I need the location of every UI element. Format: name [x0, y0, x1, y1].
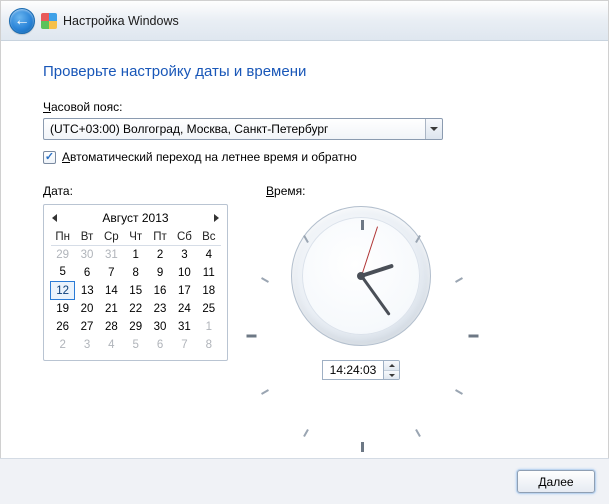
calendar-day[interactable]: 14 — [99, 282, 123, 300]
calendar-day[interactable]: 6 — [75, 264, 99, 282]
calendar-day[interactable]: 31 — [99, 246, 123, 264]
page-title: Проверьте настройку даты и времени — [43, 63, 566, 80]
clock-tick — [469, 335, 479, 338]
calendar-day[interactable]: 25 — [197, 300, 221, 318]
timezone-combobox[interactable]: (UTC+03:00) Волгоград, Москва, Санкт-Пет… — [43, 118, 443, 140]
timezone-dropdown-button[interactable] — [425, 119, 442, 139]
dst-checkbox[interactable]: ✓ — [43, 151, 56, 164]
calendar-day[interactable]: 30 — [148, 318, 172, 336]
checkmark-icon: ✓ — [45, 152, 54, 163]
calendar-day[interactable]: 29 — [51, 246, 75, 264]
date-section: Дата: Август 2013 ПнВтСрЧтПтСбВс 2930311… — [43, 184, 228, 380]
calendar-day[interactable]: 16 — [148, 282, 172, 300]
calendar-day[interactable]: 23 — [148, 300, 172, 318]
date-label: Дата: — [43, 184, 228, 198]
calendar-day[interactable]: 31 — [172, 318, 196, 336]
calendar-day[interactable]: 15 — [124, 282, 148, 300]
calendar-day[interactable]: 12 — [51, 282, 75, 300]
clock-tick — [303, 235, 309, 243]
calendar-weekday: Чт — [124, 229, 148, 246]
chevron-right-icon — [214, 214, 219, 222]
wizard-header: ← Настройка Windows — [1, 1, 608, 41]
time-spinner-down[interactable] — [384, 370, 399, 379]
calendar-next-button[interactable] — [214, 211, 219, 225]
clock-tick — [361, 442, 364, 452]
calendar-day[interactable]: 6 — [148, 336, 172, 354]
calendar-day[interactable]: 2 — [148, 246, 172, 264]
clock-tick — [303, 429, 309, 437]
calendar-weekday: Сб — [172, 229, 196, 246]
calendar-day[interactable]: 8 — [197, 336, 221, 354]
timezone-label: Часовой пояс: — [43, 100, 566, 114]
timezone-value: (UTC+03:00) Волгоград, Москва, Санкт-Пет… — [44, 122, 425, 136]
calendar-day[interactable]: 17 — [172, 282, 196, 300]
back-arrow-icon: ← — [14, 13, 30, 29]
calendar-day[interactable]: 29 — [124, 318, 148, 336]
next-button[interactable]: Далее — [517, 470, 595, 493]
content-area: Проверьте настройку даты и времени Часов… — [1, 41, 608, 380]
calendar: Август 2013 ПнВтСрЧтПтСбВс 2930311234567… — [43, 204, 228, 361]
calendar-grid: ПнВтСрЧтПтСбВс 2930311234567891011121314… — [50, 229, 221, 354]
chevron-left-icon — [52, 214, 57, 222]
calendar-day[interactable]: 7 — [172, 336, 196, 354]
dst-label: Автоматический переход на летнее время и… — [62, 150, 357, 164]
calendar-day[interactable]: 5 — [124, 336, 148, 354]
wizard-footer: Далее — [0, 458, 609, 504]
calendar-day[interactable]: 26 — [51, 318, 75, 336]
wizard-title: Настройка Windows — [63, 14, 179, 28]
calendar-day[interactable]: 5 — [51, 264, 75, 282]
calendar-day[interactable]: 9 — [148, 264, 172, 282]
calendar-day[interactable]: 21 — [99, 300, 123, 318]
calendar-weekday: Вс — [197, 229, 221, 246]
calendar-day[interactable]: 13 — [75, 282, 99, 300]
calendar-weekday: Вт — [75, 229, 99, 246]
clock-tick — [415, 235, 421, 243]
calendar-weekday: Пт — [148, 229, 172, 246]
calendar-day[interactable]: 3 — [172, 246, 196, 264]
time-section: Время: — [266, 184, 456, 380]
calendar-weekday: Пн — [51, 229, 75, 246]
clock-tick — [361, 220, 364, 230]
clock-tick — [455, 389, 463, 395]
calendar-day[interactable]: 20 — [75, 300, 99, 318]
calendar-day[interactable]: 8 — [124, 264, 148, 282]
back-button[interactable]: ← — [9, 8, 35, 34]
chevron-down-icon — [389, 374, 395, 377]
clock-tick — [415, 429, 421, 437]
chevron-down-icon — [430, 127, 438, 131]
calendar-day[interactable]: 2 — [51, 336, 75, 354]
analog-clock — [291, 206, 431, 346]
time-input[interactable] — [322, 360, 384, 380]
clock-tick — [261, 277, 269, 283]
windows-setup-icon — [41, 13, 57, 29]
calendar-day[interactable]: 22 — [124, 300, 148, 318]
clock-tick — [455, 277, 463, 283]
time-label: Время: — [266, 184, 305, 198]
clock-tick — [261, 389, 269, 395]
calendar-day[interactable]: 18 — [197, 282, 221, 300]
calendar-day[interactable]: 1 — [197, 318, 221, 336]
calendar-day[interactable]: 10 — [172, 264, 196, 282]
calendar-day[interactable]: 3 — [75, 336, 99, 354]
calendar-day[interactable]: 4 — [197, 246, 221, 264]
time-spinner-up[interactable] — [384, 361, 399, 370]
calendar-day[interactable]: 30 — [75, 246, 99, 264]
calendar-day[interactable]: 27 — [75, 318, 99, 336]
calendar-weekday: Ср — [99, 229, 123, 246]
calendar-day[interactable]: 28 — [99, 318, 123, 336]
clock-tick — [247, 335, 257, 338]
calendar-day[interactable]: 4 — [99, 336, 123, 354]
calendar-day[interactable]: 19 — [51, 300, 75, 318]
calendar-day[interactable]: 11 — [197, 264, 221, 282]
chevron-up-icon — [389, 364, 395, 367]
time-spinner — [383, 360, 400, 380]
calendar-prev-button[interactable] — [52, 211, 57, 225]
calendar-day[interactable]: 24 — [172, 300, 196, 318]
calendar-day[interactable]: 1 — [124, 246, 148, 264]
calendar-day[interactable]: 7 — [99, 264, 123, 282]
clock-pivot — [357, 272, 365, 280]
calendar-month-title[interactable]: Август 2013 — [102, 211, 168, 225]
